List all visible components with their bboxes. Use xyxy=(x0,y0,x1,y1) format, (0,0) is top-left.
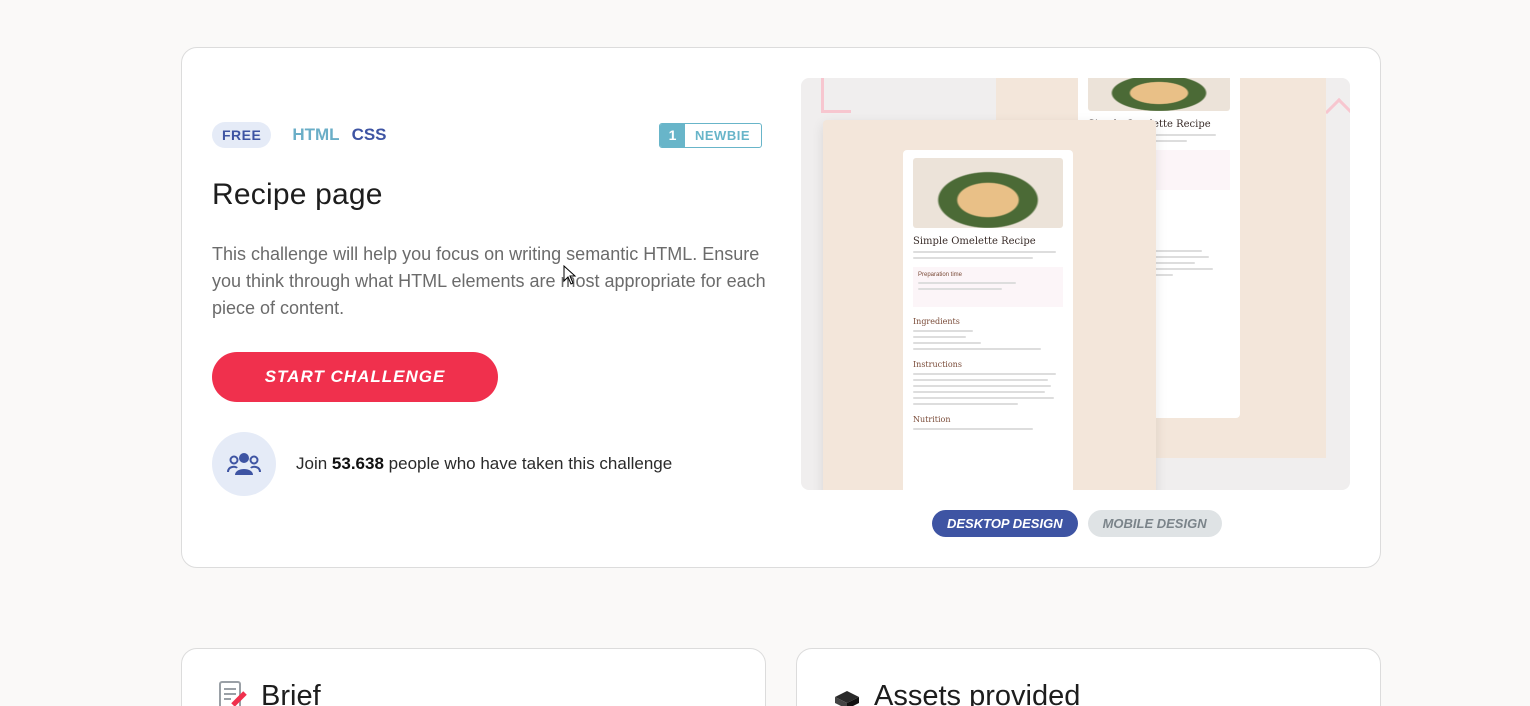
tech-tag-css: CSS xyxy=(351,125,387,144)
preview-prep-box: Preparation time xyxy=(913,267,1063,307)
brief-card: Brief xyxy=(181,648,766,706)
design-preview-image[interactable]: Simple Omelette Recipe Simple Omelette R… xyxy=(801,78,1350,490)
difficulty-badge: 1 NEWBIE xyxy=(659,122,762,148)
assets-card: Assets provided xyxy=(796,648,1381,706)
people-icon xyxy=(212,432,276,496)
design-switch: DESKTOP DESIGN MOBILE DESIGN xyxy=(932,510,1222,537)
free-badge: FREE xyxy=(212,122,272,148)
mouse-cursor-icon xyxy=(563,264,577,290)
package-icon xyxy=(832,679,862,706)
participants-suffix: people who have taken this challenge xyxy=(388,454,673,473)
challenge-description: This challenge will help you focus on wr… xyxy=(212,244,766,318)
participants-prefix: Join xyxy=(296,454,328,473)
preview-sheet-front: Simple Omelette Recipe Preparation time … xyxy=(823,120,1156,490)
decorative-shape xyxy=(821,78,851,113)
omelette-photo xyxy=(1088,78,1230,111)
desktop-design-button[interactable]: DESKTOP DESIGN xyxy=(932,510,1078,537)
tech-tag-html: HTML xyxy=(292,125,340,144)
participants-info: Join 53.638 people who have taken this c… xyxy=(212,432,672,496)
challenge-tags: FREE HTML CSS 1 NEWBIE xyxy=(212,121,762,149)
difficulty-name: NEWBIE xyxy=(695,127,750,143)
participants-count: 53.638 xyxy=(331,454,384,473)
brief-title: Brief xyxy=(261,680,321,706)
preview-section-ingredients: Ingredients xyxy=(913,317,960,326)
start-challenge-button[interactable]: START CHALLENGE xyxy=(212,352,498,402)
participants-text: Join 53.638 people who have taken this c… xyxy=(296,454,672,474)
memo-icon xyxy=(217,679,249,706)
preview-section-prep: Preparation time xyxy=(918,272,963,278)
preview-paper-front: Simple Omelette Recipe Preparation time … xyxy=(903,150,1073,490)
challenge-card: FREE HTML CSS 1 NEWBIE Recipe page This … xyxy=(181,47,1381,568)
assets-title: Assets provided xyxy=(874,680,1081,706)
preview-recipe-title: Simple Omelette Recipe xyxy=(913,236,1036,247)
difficulty-number: 1 xyxy=(660,123,685,147)
challenge-title: Recipe page xyxy=(212,178,383,211)
decorative-shape xyxy=(1324,97,1350,127)
preview-section-nutrition: Nutrition xyxy=(913,415,951,424)
omelette-photo xyxy=(913,158,1063,228)
assets-header: Assets provided xyxy=(832,679,1080,706)
mobile-design-button[interactable]: MOBILE DESIGN xyxy=(1087,510,1222,537)
brief-header: Brief xyxy=(217,679,321,706)
preview-section-instructions: Instructions xyxy=(913,360,962,369)
